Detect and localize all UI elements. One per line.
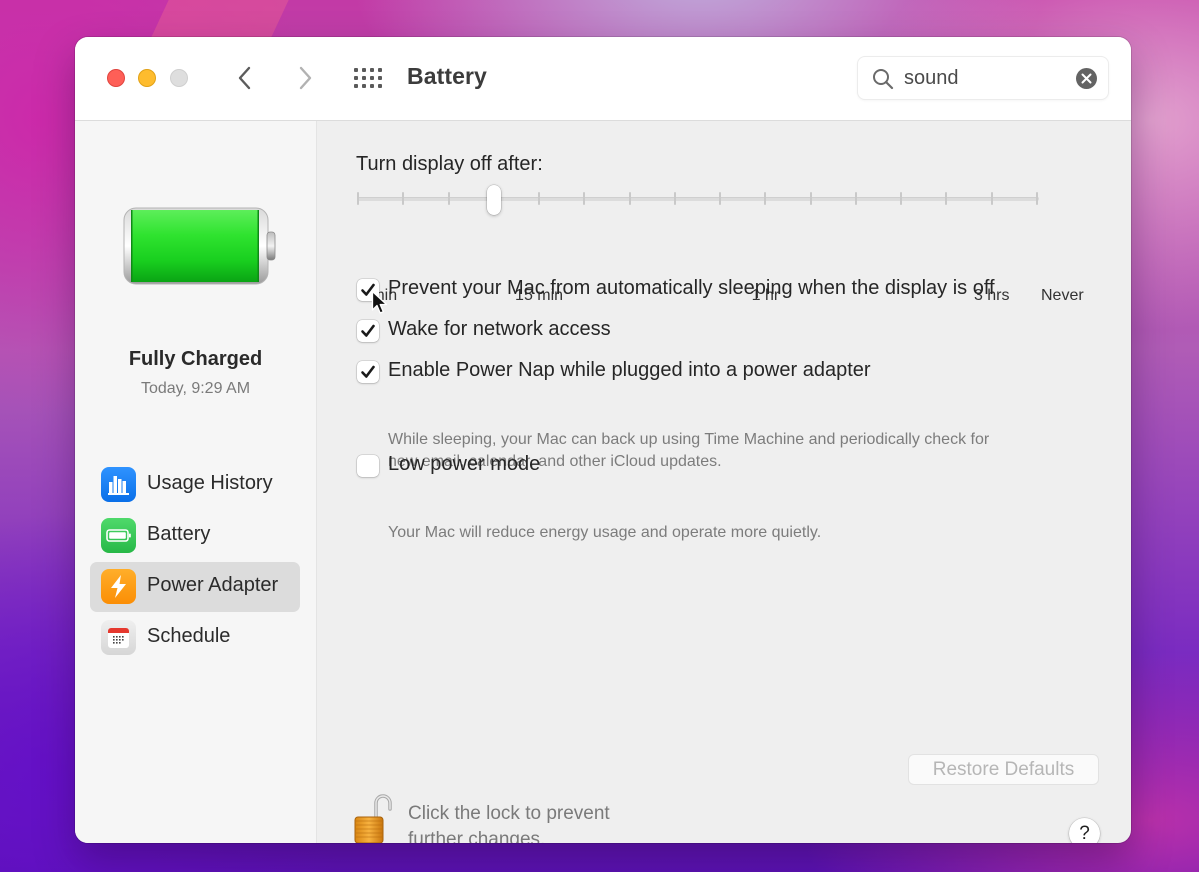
slider-tick	[854, 192, 857, 205]
search-icon	[873, 69, 894, 90]
grid-dot	[370, 76, 374, 80]
low-power-description: Your Mac will reduce energy usage and op…	[388, 522, 1108, 544]
slider-tick	[402, 192, 405, 205]
low-power-label: Low power mode	[388, 453, 541, 475]
window-title: Battery	[407, 63, 487, 89]
search-field[interactable]	[857, 56, 1109, 100]
back-button[interactable]	[233, 62, 257, 94]
grid-dot	[354, 84, 358, 88]
prevent-sleep-label: Prevent your Mac from automatically slee…	[388, 277, 995, 299]
sidebar-item-usage-history[interactable]: Usage History	[90, 460, 300, 510]
grid-dot	[354, 76, 358, 80]
slider-tick	[719, 192, 722, 205]
lock-description-line: further changes.	[408, 829, 546, 843]
slider-tick	[538, 192, 541, 205]
sidebar-item-power-adapter[interactable]: Power Adapter	[90, 562, 300, 612]
forward-button[interactable]	[293, 62, 317, 94]
slider-tick	[673, 192, 676, 205]
slider-tick	[990, 192, 993, 205]
wake-network-label: Wake for network access	[388, 318, 611, 340]
power-nap-checkbox[interactable]	[357, 361, 379, 383]
sidebar-item-battery[interactable]: Battery	[90, 511, 300, 561]
slider-tick	[1036, 192, 1038, 205]
low-power-checkbox[interactable]	[357, 455, 379, 477]
wake-network-checkbox[interactable]	[357, 320, 379, 342]
display-off-slider[interactable]: 1 min15 min1 hr3 hrsNever	[354, 183, 1084, 304]
power-adapter-pane: Turn display off after: 1 min15 min1 hr3…	[317, 121, 1131, 843]
battery-charge-fill	[131, 210, 259, 282]
system-preferences-window: Battery sound Fully Charged Today, 9:29 …	[75, 37, 1131, 843]
grid-dot	[378, 76, 382, 80]
clear-search-button[interactable]	[1076, 68, 1097, 89]
display-off-label: Turn display off after:	[356, 153, 543, 175]
slider-thumb[interactable]	[486, 185, 501, 215]
checkmark-icon	[361, 365, 375, 378]
restore-defaults-button[interactable]: Restore Defaults	[908, 754, 1099, 785]
grid-dot	[362, 84, 366, 88]
slider-tick	[809, 192, 812, 205]
slider-tick-label: Never	[1041, 287, 1084, 304]
zoom-window-button[interactable]	[170, 69, 188, 87]
sidebar-item-label: Usage History	[147, 472, 273, 494]
battery-status-icon	[123, 207, 276, 285]
open-padlock-icon[interactable]	[354, 791, 394, 843]
grid-dot	[370, 84, 374, 88]
sidebar-item-schedule[interactable]: Schedule	[90, 613, 300, 663]
lock-description-line: Click the lock to prevent	[408, 803, 610, 824]
sidebar-item-label: Power Adapter	[147, 574, 279, 596]
battery-status-time: Today, 9:29 AM	[140, 380, 251, 397]
slider-track	[357, 197, 1039, 201]
titlebar: Battery	[75, 37, 1131, 121]
prevent-sleep-checkbox[interactable]	[357, 279, 379, 301]
grid-dot	[378, 68, 382, 72]
slider-tick	[900, 192, 903, 205]
clear-x-icon	[1081, 73, 1092, 84]
sidebar-item-label: Schedule	[147, 625, 231, 647]
grid-dot	[362, 68, 366, 72]
grid-dot	[354, 68, 358, 72]
show-all-button[interactable]	[354, 67, 384, 89]
slider-tick	[357, 192, 359, 205]
bar-chart-icon	[101, 467, 136, 502]
help-button[interactable]: ?	[1069, 818, 1100, 843]
battery-status-title: Fully Charged	[128, 348, 263, 370]
slider-tick	[447, 192, 450, 205]
sidebar-item-label: Battery	[147, 523, 211, 545]
checkmark-icon	[361, 324, 375, 337]
checkmark-icon	[361, 283, 375, 296]
power-nap-label: Enable Power Nap while plugged into a po…	[388, 359, 871, 381]
slider-tick	[628, 192, 631, 205]
search-input[interactable]	[904, 65, 1064, 91]
battery-icon	[101, 518, 136, 553]
lock-description: Click the lock to prevent further change…	[408, 801, 610, 843]
low-power-description-line: Your Mac will reduce energy usage and op…	[388, 524, 822, 541]
chevron-left-icon	[238, 66, 251, 90]
calendar-icon	[101, 620, 136, 655]
grid-dot	[378, 84, 382, 88]
sidebar: Fully Charged Today, 9:29 AM Usage Histo…	[75, 121, 317, 843]
grid-dot	[370, 68, 374, 72]
lightning-bolt-icon	[101, 569, 136, 604]
minimize-window-button[interactable]	[138, 69, 156, 87]
power-nap-description-line: While sleeping, your Mac can back up usi…	[388, 431, 990, 448]
grid-dot	[362, 76, 366, 80]
chevron-right-icon	[299, 66, 312, 90]
close-window-button[interactable]	[107, 69, 125, 87]
